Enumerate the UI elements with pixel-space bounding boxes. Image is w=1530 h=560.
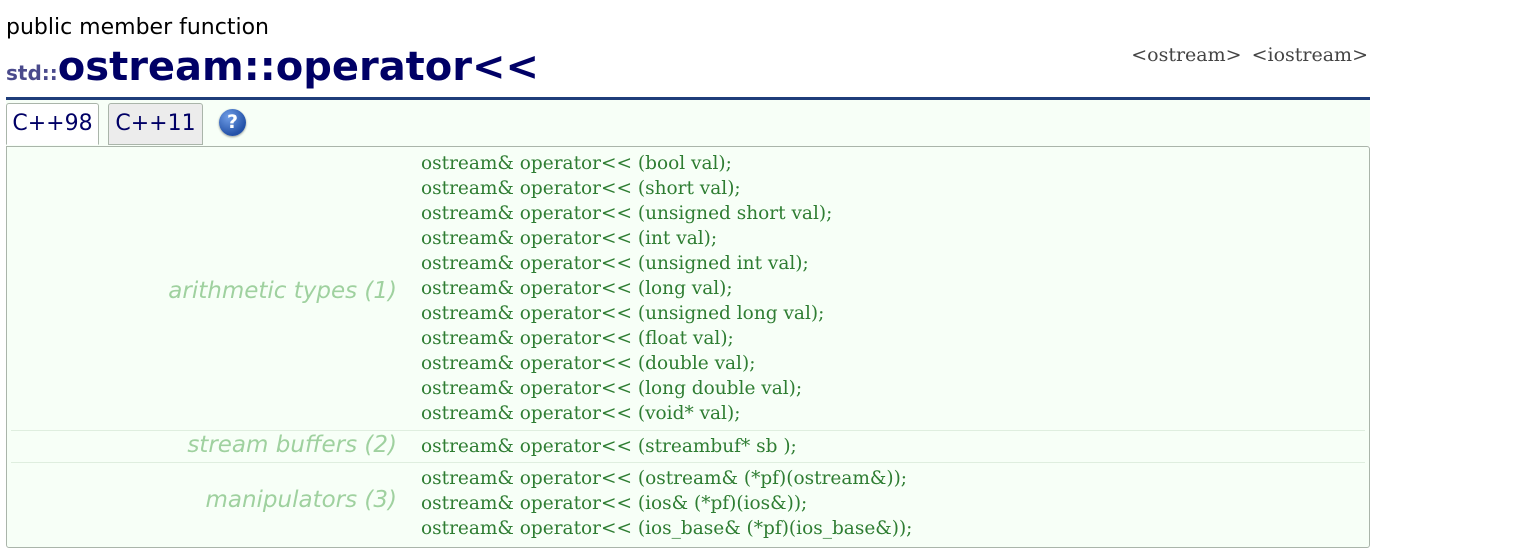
signature-line: ostream& operator<< (unsigned short val)… bbox=[421, 203, 833, 224]
tab-cpp11[interactable]: C++11 bbox=[108, 103, 203, 145]
signature-list: ostream& operator<< (bool val); ostream&… bbox=[421, 151, 832, 426]
title-separator: :: bbox=[243, 44, 276, 90]
title-member: operator<< bbox=[275, 44, 540, 90]
header-links: <ostream> <iostream> bbox=[1121, 44, 1368, 66]
signature-box: arithmetic types (1) ostream& operator<<… bbox=[6, 146, 1370, 548]
signature-line: ostream& operator<< (unsigned int val); bbox=[421, 253, 809, 274]
group-stream-buffers: stream buffers (2) ostream& operator<< (… bbox=[11, 430, 1365, 462]
group-label: arithmetic types (1) bbox=[168, 278, 397, 304]
question-circle-icon[interactable]: ? bbox=[219, 109, 246, 136]
signature-line: ostream& operator<< (streambuf* sb ); bbox=[421, 436, 797, 457]
page-title: std::ostream::operator<< bbox=[6, 44, 539, 94]
signature-line: ostream& operator<< (unsigned long val); bbox=[421, 303, 825, 324]
signature-line: ostream& operator<< (float val); bbox=[421, 328, 734, 349]
signature-line: ostream& operator<< (int val); bbox=[421, 228, 718, 249]
group-arithmetic-types: arithmetic types (1) ostream& operator<<… bbox=[11, 151, 1365, 429]
signature-list: ostream& operator<< (streambuf* sb ); bbox=[421, 434, 797, 459]
tab-cpp98[interactable]: C++98 bbox=[6, 103, 99, 145]
header-link-iostream[interactable]: <iostream> bbox=[1252, 44, 1368, 66]
title-namespace-link[interactable]: std:: bbox=[6, 61, 58, 85]
signature-list: ostream& operator<< (ostream& (*pf)(ostr… bbox=[421, 466, 912, 541]
group-label: stream buffers (2) bbox=[187, 432, 397, 458]
signature-line: ostream& operator<< (ios& (*pf)(ios&)); bbox=[421, 493, 808, 514]
signature-line: ostream& operator<< (double val); bbox=[421, 353, 756, 374]
signature-line: ostream& operator<< (long double val); bbox=[421, 378, 803, 399]
version-tabs: C++98 C++11 ? bbox=[6, 100, 1370, 146]
title-class-link[interactable]: ostream bbox=[58, 44, 244, 90]
signature-line: ostream& operator<< (ostream& (*pf)(ostr… bbox=[421, 468, 908, 489]
member-kind-label: public member function bbox=[6, 15, 269, 40]
signature-line: ostream& operator<< (ios_base& (*pf)(ios… bbox=[421, 518, 913, 539]
signature-line: ostream& operator<< (bool val); bbox=[421, 153, 732, 174]
group-manipulators: manipulators (3) ostream& operator<< (os… bbox=[11, 462, 1365, 545]
signature-line: ostream& operator<< (void* val); bbox=[421, 403, 741, 424]
signature-line: ostream& operator<< (short val); bbox=[421, 178, 741, 199]
group-label: manipulators (3) bbox=[205, 487, 397, 513]
header-link-ostream[interactable]: <ostream> bbox=[1131, 44, 1241, 66]
signature-line: ostream& operator<< (long val); bbox=[421, 278, 733, 299]
